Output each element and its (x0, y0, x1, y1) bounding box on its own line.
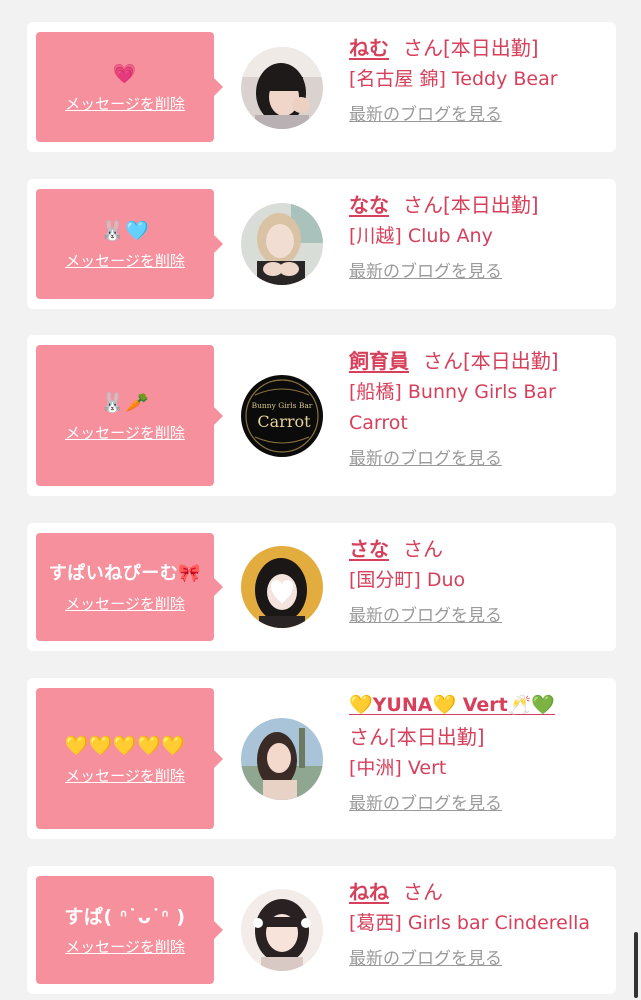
delete-message-link[interactable]: メッセージを削除 (65, 937, 185, 957)
avatar[interactable] (241, 47, 323, 129)
avatar[interactable] (241, 889, 323, 971)
delete-message-link[interactable]: メッセージを削除 (65, 594, 185, 614)
cast-name-link[interactable]: なな (349, 193, 389, 217)
profile-info: さな さん [国分町] Duo 最新のブログを見る (349, 533, 609, 628)
shop-name: [船橋] Bunny Girls Bar Carrot (349, 381, 556, 434)
honorific: さん (403, 880, 443, 904)
latest-blog-link[interactable]: 最新のブログを見る (349, 260, 502, 284)
message-text: 🐰🥕 (100, 391, 150, 414)
message-card: 🐰🥕 メッセージを削除 Bunny Girls Bar Carrot 飼育員 さん… (27, 335, 616, 496)
status-badge: [本日出勤] (463, 349, 559, 373)
avatar[interactable] (241, 203, 323, 285)
delete-message-link[interactable]: メッセージを削除 (65, 766, 185, 786)
message-bubble: すぱいねぴーむ🎀 メッセージを削除 (36, 533, 223, 641)
latest-blog-link[interactable]: 最新のブログを見る (349, 947, 502, 971)
shop-name: [葛西] Girls bar Cinderella (349, 912, 591, 934)
avatar-photo (241, 203, 323, 285)
cast-name-link[interactable]: さな (349, 537, 389, 561)
message-list: 💗 メッセージを削除 ねむ さん[本日出勤] [名古屋 錦] Teddy Bear… (0, 0, 641, 1000)
message-bubble: 💗 メッセージを削除 (36, 32, 223, 142)
status-badge: [本日出勤] (443, 193, 539, 217)
avatar[interactable] (241, 546, 323, 628)
message-bubble: 🐰🥕 メッセージを削除 (36, 345, 223, 486)
latest-blog-link[interactable]: 最新のブログを見る (349, 447, 502, 471)
profile-info: 飼育員 さん[本日出勤] [船橋] Bunny Girls Bar Carrot … (349, 345, 609, 471)
delete-message-link[interactable]: メッセージを削除 (65, 423, 185, 443)
honorific: さん (349, 725, 389, 749)
status-badge: [本日出勤] (389, 725, 485, 749)
message-text: 💗 (112, 63, 138, 85)
message-text: 🐰🩵 (100, 220, 150, 242)
message-text: すぱいねぴーむ🎀 (48, 563, 202, 584)
profile-info: ねむ さん[本日出勤] [名古屋 錦] Teddy Bear 最新のブログを見る (349, 32, 609, 127)
shop-name: [川越] Club Any (349, 225, 493, 247)
latest-blog-link[interactable]: 最新のブログを見る (349, 792, 502, 816)
latest-blog-link[interactable]: 最新のブログを見る (349, 103, 502, 127)
message-card: 💗 メッセージを削除 ねむ さん[本日出勤] [名古屋 錦] Teddy Bear… (27, 22, 616, 152)
profile-info: なな さん[本日出勤] [川越] Club Any 最新のブログを見る (349, 189, 609, 284)
message-bubble: すぱ( ᐢ˙ᴗ˙ᐢ ) メッセージを削除 (36, 876, 223, 984)
avatar-photo (241, 546, 323, 628)
cast-name-link[interactable]: 飼育員 (349, 349, 409, 373)
honorific: さん (403, 36, 443, 60)
cast-name-link[interactable]: ねむ (349, 36, 389, 60)
message-card: 🐰🩵 メッセージを削除 なな さん[本日出勤] [川越] Club Any 最新の… (27, 179, 616, 309)
shop-name: [名古屋 錦] Teddy Bear (349, 68, 558, 90)
profile-info: 💛YUNA💛 Vert🥂💚 さん[本日出勤] [中洲] Vert 最新のブログを… (349, 688, 609, 816)
cast-name-link[interactable]: ねね (349, 880, 389, 904)
logo-text-main: Carrot (257, 412, 311, 431)
scrollbar[interactable] (634, 932, 638, 998)
avatar-photo (241, 889, 323, 971)
message-text: すぱ( ᐢ˙ᴗ˙ᐢ ) (64, 906, 186, 928)
logo-text-top: Bunny Girls Bar (252, 401, 313, 410)
shop-logo: Bunny Girls Bar Carrot (241, 375, 323, 457)
avatar[interactable] (241, 718, 323, 800)
shop-name: [国分町] Duo (349, 569, 466, 591)
message-card: すぱ( ᐢ˙ᴗ˙ᐢ ) メッセージを削除 ねね さん [葛西] Girls bar… (27, 866, 616, 994)
honorific: さん (403, 193, 443, 217)
honorific: さん (423, 349, 463, 373)
message-text: 💛💛💛💛💛 (64, 734, 186, 757)
message-bubble: 💛💛💛💛💛 メッセージを削除 (36, 688, 223, 829)
delete-message-link[interactable]: メッセージを削除 (65, 251, 185, 271)
avatar[interactable]: Bunny Girls Bar Carrot (241, 375, 323, 457)
status-badge: [本日出勤] (443, 36, 539, 60)
message-bubble: 🐰🩵 メッセージを削除 (36, 189, 223, 299)
message-card: 💛💛💛💛💛 メッセージを削除 💛YUNA💛 Vert🥂💚 さん[本日出勤] [中… (27, 678, 616, 839)
honorific: さん (403, 537, 443, 561)
profile-info: ねね さん [葛西] Girls bar Cinderella 最新のブログを見る (349, 876, 609, 971)
avatar-photo (241, 718, 323, 800)
cast-name-link[interactable]: 💛YUNA💛 Vert🥂💚 (349, 694, 555, 716)
avatar-photo (241, 47, 323, 129)
delete-message-link[interactable]: メッセージを削除 (65, 94, 185, 114)
shop-name: [中洲] Vert (349, 757, 447, 779)
message-card: すぱいねぴーむ🎀 メッセージを削除 さな さん [国分町] Duo 最新のブログを… (27, 523, 616, 651)
latest-blog-link[interactable]: 最新のブログを見る (349, 604, 502, 628)
